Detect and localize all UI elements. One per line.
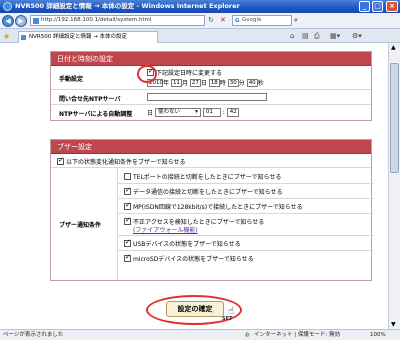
buzzer-master-checkbox[interactable]	[57, 156, 64, 165]
buzzer-item: microSDデバイスの状態をブザーで知らせる	[124, 253, 254, 263]
minute-input[interactable]: 30	[227, 78, 239, 87]
address-bar: ◀ ▶ http://192.168.100.1/detail/system.h…	[0, 13, 400, 29]
status-bar: ページが表示されました ◍ インターネット | 保護モード: 無効 100%	[0, 329, 400, 340]
firewall-link[interactable]: (ファイアウォール機能)	[133, 227, 198, 234]
globe-icon: ◍	[245, 332, 250, 338]
confirm-button[interactable]: 設定の確定	[166, 301, 224, 317]
buzzer-conditions: ブザー通知条件 TELポートの接続と切断をしたときにブザーで知らせる データ通信…	[51, 168, 374, 280]
buzzer-item-checkbox[interactable]	[124, 173, 131, 180]
manual-row: 手動設定 下記設定日時に変更する 2010年 11月 27日 18時 30分 4…	[51, 66, 371, 90]
hand-cursor-icon: ☝	[228, 306, 235, 317]
zoom-level[interactable]: 100%	[370, 330, 386, 340]
buzzer-item-checkbox[interactable]	[124, 238, 131, 247]
favorites-star-icon[interactable]: ★	[3, 32, 10, 41]
url-input[interactable]: http://192.168.100.1/detail/system.html	[30, 15, 205, 26]
buzzer-item-checkbox[interactable]	[124, 253, 131, 262]
manual-checkbox-label: 下記設定日時に変更する	[156, 70, 223, 77]
stop-icon[interactable]: ✕	[220, 16, 226, 24]
google-logo-icon: G	[235, 18, 240, 24]
ntp-auto-label: NTPサーバによる自動調整	[59, 111, 133, 118]
day-input[interactable]: 27	[189, 78, 201, 87]
buzzer-item-checkbox[interactable]	[124, 201, 131, 210]
feeds-icon[interactable]: ▤	[302, 32, 309, 40]
page-icon	[33, 18, 39, 24]
ntp-server-label: 問い合せ先NTPサーバ	[59, 96, 121, 103]
datetime-panel: 日付と時刻の設定 手動設定 下記設定日時に変更する 2010年 11月 27日 …	[50, 51, 372, 121]
window-title: NVR500 詳細設定と情報 → 本体の設定 - Windows Interne…	[15, 2, 240, 10]
ntp-auto-row: NTPサーバによる自動調整 日 使わない ▾ 01 : 42	[59, 108, 239, 118]
page-menu-icon[interactable]: ▦▾	[330, 32, 340, 40]
scroll-up-icon[interactable]: ▲	[391, 44, 396, 51]
tab-page-icon	[21, 35, 26, 40]
minimize-button[interactable]: _	[359, 1, 370, 12]
home-icon[interactable]: ⌂	[290, 32, 294, 40]
buzzer-panel: ブザー設定 以下の状態変化通知条件をブザーで知らせる ブザー通知条件 TELポー…	[50, 139, 374, 281]
page-content: 日付と時刻の設定 手動設定 下記設定日時に変更する 2010年 11月 27日 …	[0, 43, 388, 329]
status-text: ページが表示されました	[3, 332, 64, 338]
ntp-minute-input[interactable]: 42	[226, 108, 239, 117]
chevron-down-icon: ▾	[195, 109, 198, 115]
buzzer-item-checkbox[interactable]	[124, 186, 131, 195]
tab-bar: ★ NVR500 詳細設定と情報 → 本体の設定 ⌂ ▤ ⎙ ▦▾ ⚙▾	[0, 29, 400, 43]
vertical-scrollbar[interactable]: ▲ ▼	[388, 43, 400, 329]
search-input[interactable]: G Google	[232, 15, 292, 26]
back-button[interactable]: ◀	[2, 15, 14, 27]
tools-menu-icon[interactable]: ⚙▾	[352, 32, 362, 40]
print-icon[interactable]: ⎙	[314, 32, 320, 41]
close-button[interactable]: ×	[386, 1, 398, 12]
buzzer-master-row: 以下の状態変化通知条件をブザーで知らせる	[51, 154, 371, 168]
highlight-circle	[137, 65, 157, 83]
ntp-hour-input[interactable]: 01	[202, 108, 221, 117]
buzzer-conditions-label: ブザー通知条件	[59, 222, 102, 229]
month-input[interactable]: 11	[170, 78, 182, 87]
forward-button[interactable]: ▶	[15, 15, 27, 27]
buzzer-item: TELポートの接続と切断をしたときにブザーで知らせる	[124, 172, 281, 181]
ntp-server-input[interactable]	[147, 93, 267, 101]
window-title-bar: NVR500 詳細設定と情報 → 本体の設定 - Windows Interne…	[0, 0, 400, 13]
zone-text: インターネット | 保護モード: 無効	[254, 332, 340, 338]
buzzer-item: MP(ISDN回線で128kbit/s)で接続したときにブザーで知らせる	[124, 201, 303, 211]
maximize-button[interactable]: □	[372, 1, 383, 12]
buzzer-heading: ブザー設定	[51, 140, 371, 154]
buzzer-item-checkbox[interactable]	[124, 216, 131, 225]
ntp-day-select[interactable]: 使わない ▾	[154, 108, 201, 117]
buzzer-item: USBデバイスの状態をブザーで知らせる	[124, 238, 241, 248]
browser-tab[interactable]: NVR500 詳細設定と情報 → 本体の設定	[18, 31, 158, 43]
search-go-icon[interactable]: ⌕	[294, 16, 298, 25]
datetime-heading: 日付と時刻の設定	[51, 52, 371, 66]
manual-label: 手動設定	[59, 76, 84, 83]
scroll-down-icon[interactable]: ▼	[391, 321, 396, 328]
buzzer-master-label: 以下の状態変化通知条件をブザーで知らせる	[66, 159, 186, 166]
refresh-icon[interactable]: ↻	[208, 16, 214, 24]
ie-logo-icon	[3, 2, 12, 11]
scroll-thumb[interactable]	[390, 63, 399, 173]
buzzer-item: データ通信の接続と切断をしたときにブザーで知らせる	[124, 186, 283, 196]
second-input[interactable]: 40	[246, 78, 258, 87]
ntp-server-row: 問い合せ先NTPサーバ	[51, 90, 371, 105]
hour-input[interactable]: 18	[208, 78, 220, 87]
